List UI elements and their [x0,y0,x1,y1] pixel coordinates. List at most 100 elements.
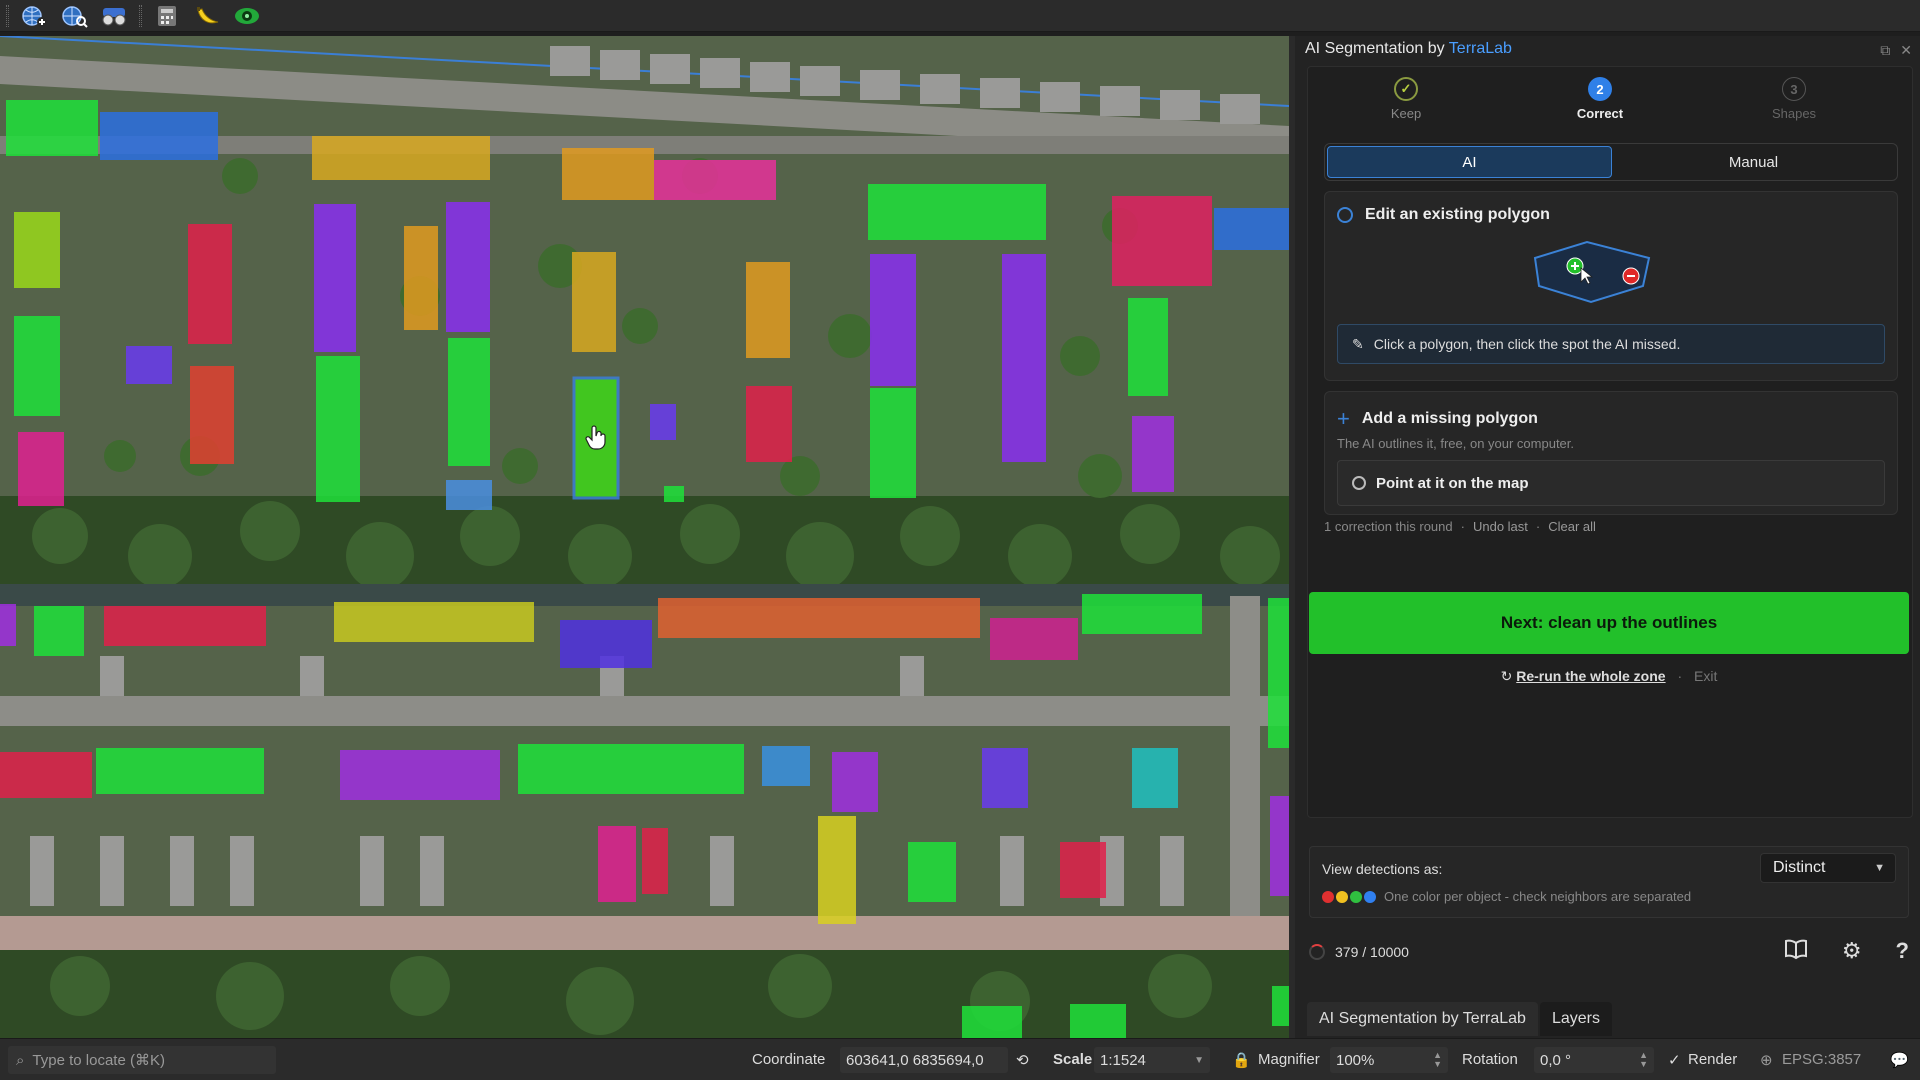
banana-icon[interactable] [192,3,222,29]
usage-counter: 379 / 10000 [1309,944,1409,960]
crs-indicator[interactable]: EPSG:3857 [1782,1051,1861,1068]
edit-polygon-title-text: Edit an existing polygon [1365,206,1550,223]
target-icon [1352,476,1366,490]
step-correct-number: 2 [1588,77,1612,101]
magnifier-value: 100% [1336,1051,1375,1069]
coordinate-value: 603641,0 6835694,0 [846,1051,984,1069]
green-dot-icon [1350,891,1362,903]
edit-polygon-card[interactable]: Edit an existing polygon ✎ Click a polyg… [1324,191,1898,381]
next-clean-outlines-button[interactable]: Next: clean up the outlines [1309,592,1909,654]
chevron-down-icon: ▼ [1194,1054,1204,1066]
tab-ai[interactable]: AI [1327,146,1612,178]
chevron-down-icon: ▼ [1874,862,1885,874]
undo-last-link[interactable]: Undo last [1473,519,1528,534]
check-icon: ✓ [1394,77,1418,101]
polygon-illustration [1531,240,1655,309]
step-correct[interactable]: 2 Correct [1540,77,1660,121]
lock-icon[interactable]: 🔒 [1232,1051,1251,1069]
panel-window-controls: ⧉ ✕ [1880,42,1912,59]
rotation-value: 0,0 ° [1540,1051,1572,1069]
coordinate-field[interactable]: 603641,0 6835694,0 [840,1047,1008,1073]
mode-tabs: AI Manual [1324,143,1898,181]
toolbar-grip[interactable] [6,4,9,27]
progress-ring-icon [1309,944,1325,960]
binoculars-icon[interactable] [99,3,129,29]
tab-layers[interactable]: Layers [1539,1002,1612,1036]
step-keep-label: Keep [1390,106,1422,121]
scale-value: 1:1524 [1100,1051,1146,1069]
magnifier-spinbox[interactable]: 100% ▲ ▼ [1330,1047,1448,1073]
step-indicator: ✓ Keep 2 Correct 3 Shapes [1308,77,1914,137]
wizard-body: ✓ Keep 2 Correct 3 Shapes AI Manual Edit… [1307,66,1913,818]
step-shapes-number: 3 [1782,77,1806,101]
add-polygon-title-text: Add a missing polygon [1361,410,1538,427]
red-dot-icon [1322,891,1334,903]
locate-search-input[interactable]: ⌕ Type to locate (⌘K) [8,1046,276,1074]
spin-arrows-icon: ▲ ▼ [1639,1050,1648,1069]
locate-placeholder: Type to locate (⌘K) [32,1052,165,1069]
render-label: Render [1688,1051,1738,1068]
rerun-zone-link[interactable]: Re-run the whole zone [1516,668,1665,684]
panel-title-text: AI Segmentation by [1305,40,1449,57]
step-shapes[interactable]: 3 Shapes [1734,77,1854,121]
dock-tabs: AI Segmentation by TerraLab Layers [1307,1002,1612,1036]
extents-toggle-icon[interactable]: ⟲ [1016,1051,1029,1069]
brand-link[interactable]: TerraLab [1449,40,1512,57]
view-mode-dropdown[interactable]: Distinct ▼ [1760,853,1896,883]
rotation-spinbox[interactable]: 0,0 ° ▲ ▼ [1534,1047,1654,1073]
scale-combo[interactable]: 1:1524 ▼ [1094,1047,1210,1073]
close-icon[interactable]: ✕ [1900,42,1912,59]
clear-all-link[interactable]: Clear all [1548,519,1596,534]
footer-icons: ⚙ ? [1784,938,1909,966]
usage-counter-text: 379 / 10000 [1335,944,1409,960]
panel-title: AI Segmentation by TerraLab [1305,40,1512,58]
step-keep[interactable]: ✓ Keep [1346,77,1466,121]
globe-icon: ⊕ [1760,1052,1773,1069]
panel-footer: 379 / 10000 ⚙ ? [1309,934,1909,974]
separator-dot: · [1677,668,1683,684]
book-icon[interactable] [1784,938,1808,966]
blue-dot-icon [1364,891,1376,903]
corrections-row: 1 correction this round · Undo last · Cl… [1324,519,1596,534]
step-correct-label: Correct [1576,106,1624,121]
plus-icon: + [1337,406,1350,431]
calculator-icon[interactable] [152,3,182,29]
status-bar: ⌕ Type to locate (⌘K) Coordinate 603641,… [0,1038,1920,1080]
view-mode-value: Distinct [1773,859,1826,876]
tab-manual[interactable]: Manual [1612,146,1895,178]
yellow-dot-icon [1336,891,1348,903]
globe-search-icon[interactable] [59,3,89,29]
edit-polygon-radio[interactable] [1337,207,1353,223]
messages-icon[interactable]: 💬 [1890,1051,1909,1069]
help-icon[interactable]: ? [1896,938,1909,966]
edit-polygon-hint-text: Click a polygon, then click the spot the… [1373,336,1681,352]
globe-add-icon[interactable] [19,3,49,29]
rotation-label: Rotation [1462,1051,1518,1068]
spin-arrows-icon: ▲ ▼ [1433,1050,1442,1069]
add-polygon-subtitle: The AI outlines it, free, on your comput… [1337,436,1575,451]
color-dots [1322,891,1376,903]
separator-dot: · [1535,519,1541,534]
magnifier-label: Magnifier [1258,1051,1320,1068]
edit-polygon-title: Edit an existing polygon [1337,206,1550,224]
gear-icon[interactable]: ⚙ [1842,938,1862,966]
point-on-map-label: Point at it on the map [1376,474,1529,492]
coordinate-label: Coordinate [752,1051,826,1068]
separator-dot: · [1460,519,1465,534]
toolbar-separator [139,4,142,27]
view-detections-card: View detections as: Distinct ▼ One color… [1309,846,1909,918]
map-canvas[interactable] [0,36,1289,1038]
rerun-row: ↻ Re-run the whole zone · Exit [1309,668,1909,685]
exit-link[interactable]: Exit [1694,668,1717,684]
tab-ai-segmentation[interactable]: AI Segmentation by TerraLab [1307,1002,1538,1036]
search-icon: ⌕ [16,1051,25,1069]
eye-icon[interactable] [232,3,262,29]
refresh-icon: ↻ [1500,668,1513,684]
ai-segmentation-panel: AI Segmentation by TerraLab ⧉ ✕ ✓ Keep 2… [1295,36,1920,1038]
render-checkbox[interactable]: ✓ [1668,1051,1681,1069]
add-polygon-card[interactable]: + Add a missing polygon The AI outlines … [1324,391,1898,515]
view-mode-description: One color per object - check neighbors a… [1384,889,1692,904]
float-icon[interactable]: ⧉ [1880,42,1890,59]
point-on-map-button[interactable]: Point at it on the map [1337,460,1885,506]
aerial-imagery[interactable] [0,36,1289,1038]
